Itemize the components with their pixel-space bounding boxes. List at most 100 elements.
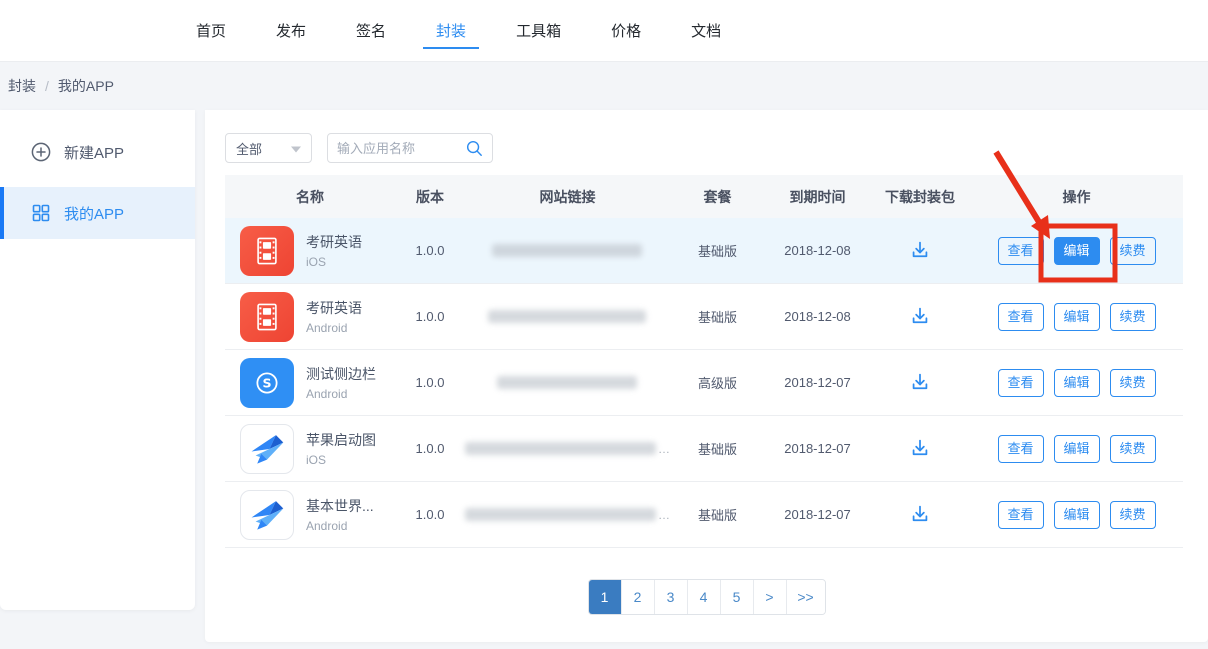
app-name: 苹果启动图 bbox=[306, 430, 376, 450]
nav-item-3[interactable]: 封装 bbox=[436, 0, 466, 62]
renew-button[interactable]: 续费 bbox=[1110, 501, 1156, 529]
app-name-cell: S 测试侧边栏 Android bbox=[225, 358, 395, 408]
s-logo-icon: S bbox=[240, 358, 294, 408]
filter-row: 全部 bbox=[225, 133, 493, 163]
apps-table: 名称 版本 网站链接 套餐 到期时间 下载封装包 操作 S 考研英语 iOS 1… bbox=[225, 175, 1183, 548]
link-ellipsis: … bbox=[658, 508, 670, 522]
app-plan: 基础版 bbox=[670, 439, 765, 458]
category-dropdown-value: 全部 bbox=[236, 139, 262, 158]
download-icon bbox=[909, 239, 931, 261]
download-package-button[interactable] bbox=[907, 369, 933, 395]
view-button[interactable]: 查看 bbox=[998, 369, 1044, 397]
sidebar-item-label: 新建APP bbox=[64, 142, 124, 163]
sidebar-item-label: 我的APP bbox=[64, 203, 124, 224]
link-ellipsis: … bbox=[658, 442, 670, 456]
pagination: 12345> >> bbox=[588, 579, 826, 615]
nav-item-5[interactable]: 价格 bbox=[611, 0, 641, 62]
app-link-redacted bbox=[465, 376, 670, 389]
table-body: S 考研英语 iOS 1.0.0 基础版 2018-12-08 查看 编辑 续费 bbox=[225, 218, 1183, 548]
app-platform: Android bbox=[306, 321, 362, 335]
view-button[interactable]: 查看 bbox=[998, 237, 1044, 265]
breadcrumb-separator: / bbox=[45, 78, 49, 94]
app-version: 1.0.0 bbox=[395, 507, 465, 522]
nav-item-2[interactable]: 签名 bbox=[356, 0, 386, 62]
app-name: 考研英语 bbox=[306, 232, 362, 252]
nav-item-0[interactable]: 首页 bbox=[196, 0, 226, 62]
sidebar-item-my-app[interactable]: 我的APP bbox=[0, 187, 195, 239]
download-icon bbox=[909, 305, 931, 327]
redacted-link-blur bbox=[465, 442, 656, 455]
sidebar: 新建APP 我的APP bbox=[0, 110, 195, 610]
breadcrumb-current: 我的APP bbox=[58, 76, 114, 96]
svg-text:S: S bbox=[262, 375, 271, 390]
category-dropdown[interactable]: 全部 bbox=[225, 133, 312, 163]
column-header: 名称 bbox=[225, 187, 395, 207]
pagination-page-2[interactable]: 2 bbox=[622, 580, 655, 614]
paper-bird-icon: S bbox=[240, 424, 294, 474]
renew-button[interactable]: 续费 bbox=[1110, 237, 1156, 265]
pagination-next[interactable]: > bbox=[754, 580, 787, 614]
table-row: S 考研英语 iOS 1.0.0 基础版 2018-12-08 查看 编辑 续费 bbox=[225, 218, 1183, 284]
row-actions: 查看 编辑 续费 bbox=[970, 369, 1183, 397]
search-input[interactable] bbox=[337, 141, 465, 156]
pagination-last[interactable]: >> bbox=[787, 580, 825, 614]
download-icon bbox=[909, 371, 931, 393]
pagination-page-4[interactable]: 4 bbox=[688, 580, 721, 614]
download-package-button[interactable] bbox=[907, 501, 933, 527]
row-actions: 查看 编辑 续费 bbox=[970, 237, 1183, 265]
column-header: 版本 bbox=[395, 187, 465, 207]
table-row: S 测试侧边栏 Android 1.0.0 高级版 2018-12-07 查看 … bbox=[225, 350, 1183, 416]
app-plan: 高级版 bbox=[670, 373, 765, 392]
app-link-redacted bbox=[465, 244, 670, 257]
redacted-link-blur bbox=[492, 244, 642, 257]
nav-item-1[interactable]: 发布 bbox=[276, 0, 306, 62]
table-header-row: 名称 版本 网站链接 套餐 到期时间 下载封装包 操作 bbox=[225, 175, 1183, 218]
app-expire-date: 2018-12-07 bbox=[765, 507, 870, 522]
search-icon[interactable] bbox=[465, 139, 483, 157]
column-header: 操作 bbox=[970, 187, 1183, 207]
app-expire-date: 2018-12-07 bbox=[765, 375, 870, 390]
renew-button[interactable]: 续费 bbox=[1110, 303, 1156, 331]
film-icon: S bbox=[240, 292, 294, 342]
pagination-page-3[interactable]: 3 bbox=[655, 580, 688, 614]
app-platform: iOS bbox=[306, 453, 376, 467]
breadcrumb-section[interactable]: 封装 bbox=[8, 76, 36, 96]
view-button[interactable]: 查看 bbox=[998, 501, 1044, 529]
app-name-cell: S 基本世界... Android bbox=[225, 490, 395, 540]
app-plan: 基础版 bbox=[670, 307, 765, 326]
download-package-button[interactable] bbox=[907, 303, 933, 329]
app-plan: 基础版 bbox=[670, 505, 765, 524]
pagination-page-1[interactable]: 1 bbox=[589, 580, 622, 614]
pagination-page-5[interactable]: 5 bbox=[721, 580, 754, 614]
app-name: 考研英语 bbox=[306, 298, 362, 318]
download-package-button[interactable] bbox=[907, 237, 933, 263]
app-plan: 基础版 bbox=[670, 241, 765, 260]
table-row: S 苹果启动图 iOS 1.0.0 … 基础版 2018-12-07 查看 编辑… bbox=[225, 416, 1183, 482]
view-button[interactable]: 查看 bbox=[998, 435, 1044, 463]
app-search-box bbox=[327, 133, 493, 163]
app-platform: Android bbox=[306, 387, 376, 401]
redacted-link-blur bbox=[488, 310, 646, 323]
app-version: 1.0.0 bbox=[395, 375, 465, 390]
table-row: S 考研英语 Android 1.0.0 基础版 2018-12-08 查看 编… bbox=[225, 284, 1183, 350]
redacted-link-blur bbox=[497, 376, 637, 389]
edit-button[interactable]: 编辑 bbox=[1054, 303, 1100, 331]
edit-button[interactable]: 编辑 bbox=[1054, 237, 1100, 265]
download-icon bbox=[909, 503, 931, 525]
download-package-button[interactable] bbox=[907, 435, 933, 461]
edit-button[interactable]: 编辑 bbox=[1054, 435, 1100, 463]
plus-circle-icon bbox=[31, 142, 51, 162]
edit-button[interactable]: 编辑 bbox=[1054, 369, 1100, 397]
edit-button[interactable]: 编辑 bbox=[1054, 501, 1100, 529]
renew-button[interactable]: 续费 bbox=[1110, 369, 1156, 397]
row-actions: 查看 编辑 续费 bbox=[970, 435, 1183, 463]
column-header: 套餐 bbox=[670, 187, 765, 207]
nav-item-6[interactable]: 文档 bbox=[691, 0, 721, 62]
app-link-redacted bbox=[465, 310, 670, 323]
nav-item-4[interactable]: 工具箱 bbox=[516, 0, 561, 62]
renew-button[interactable]: 续费 bbox=[1110, 435, 1156, 463]
view-button[interactable]: 查看 bbox=[998, 303, 1044, 331]
sidebar-item-new-app[interactable]: 新建APP bbox=[0, 126, 195, 178]
main-panel: 全部 名称 版本 网站链接 套餐 到期时间 下载封装包 操作 bbox=[205, 110, 1208, 642]
app-link-redacted: … bbox=[465, 508, 670, 522]
